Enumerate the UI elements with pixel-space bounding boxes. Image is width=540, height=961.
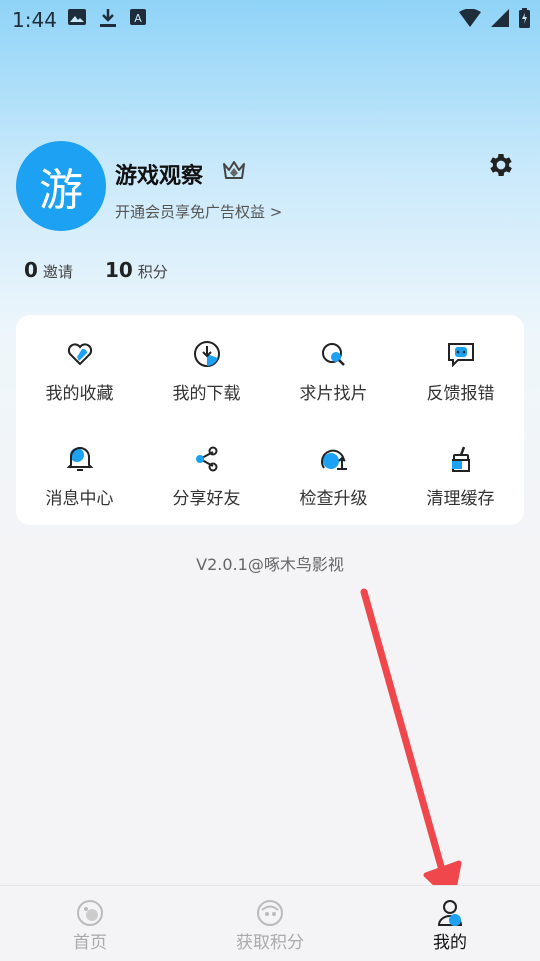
tab-mine[interactable]: 我的	[360, 886, 540, 961]
home-icon	[77, 900, 103, 926]
points-icon	[257, 900, 283, 926]
profile-icon	[437, 900, 463, 926]
tab-label: 获取积分	[236, 933, 304, 953]
tab-label: 首页	[73, 933, 107, 953]
bottom-tab-bar: 首页 获取积分 我的	[0, 885, 540, 961]
tab-label: 我的	[433, 933, 467, 953]
annotation-arrow	[360, 588, 462, 903]
tab-home[interactable]: 首页	[0, 886, 180, 961]
tab-get-points[interactable]: 获取积分	[180, 886, 360, 961]
